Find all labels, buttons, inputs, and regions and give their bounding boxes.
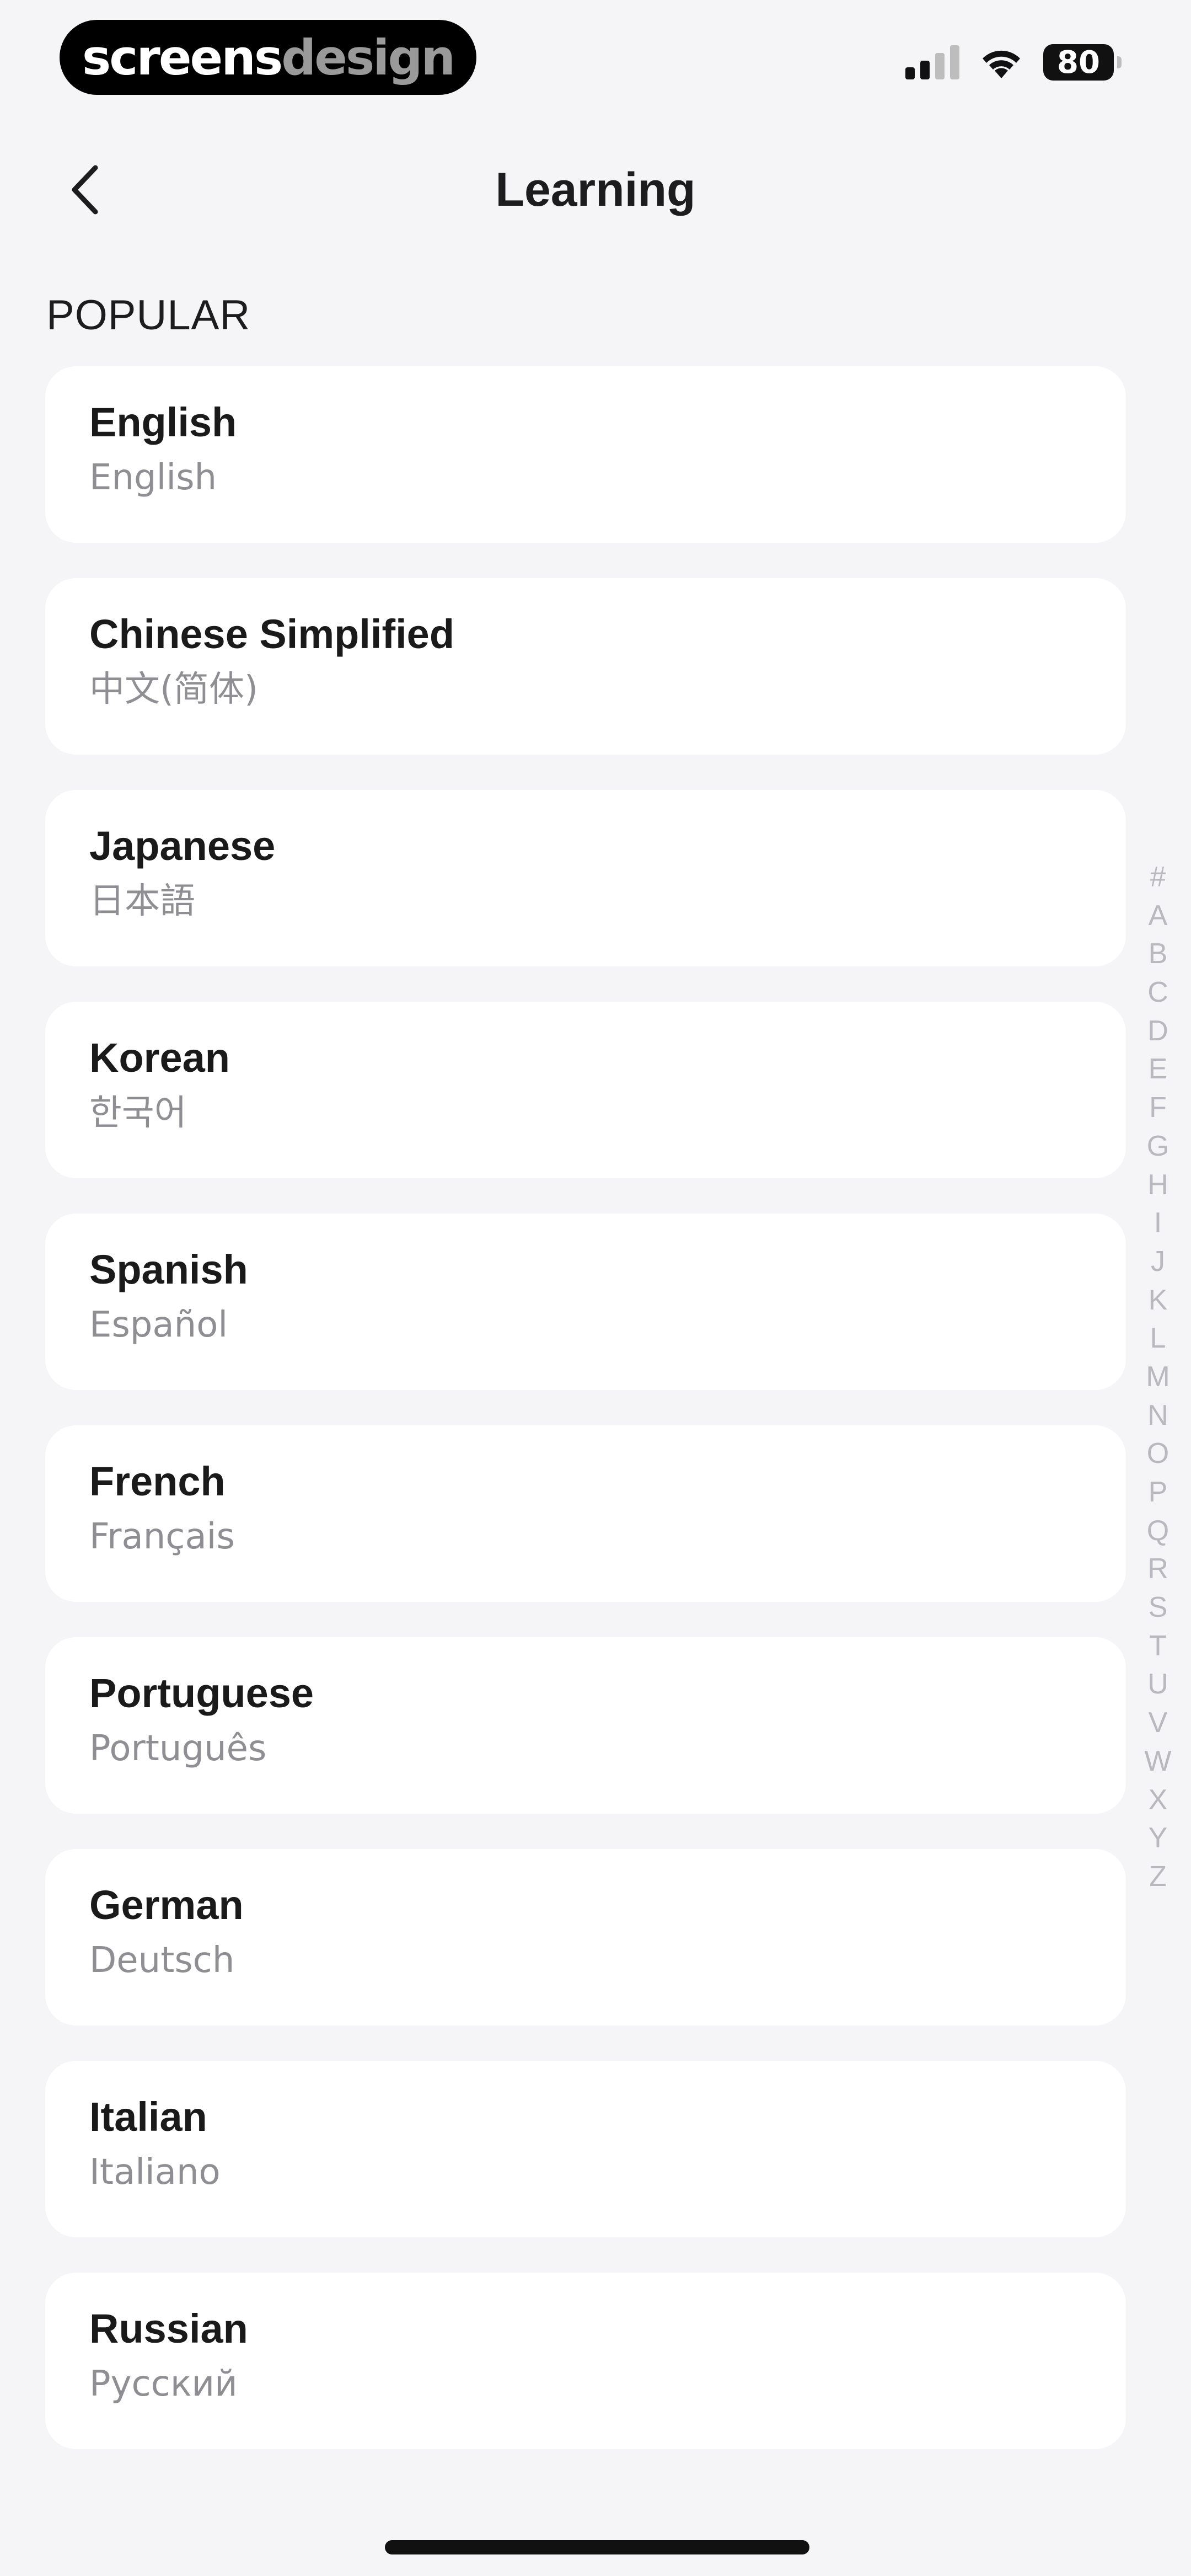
section-label-popular: POPULAR bbox=[46, 292, 251, 339]
language-name: Japanese bbox=[89, 823, 276, 869]
alpha-index-hash[interactable]: # bbox=[1150, 858, 1166, 897]
brand-logo-part2: design bbox=[281, 29, 455, 86]
alpha-index-c[interactable]: C bbox=[1147, 974, 1168, 1012]
language-native-name: Português bbox=[89, 1728, 267, 1769]
language-native-name: 日本語 bbox=[89, 881, 195, 922]
language-item-chinese-simplified[interactable]: Chinese Simplified 中文(简体) bbox=[45, 578, 1126, 755]
alpha-index-b[interactable]: B bbox=[1149, 935, 1168, 974]
language-name: Chinese Simplified bbox=[89, 611, 455, 657]
alpha-index-h[interactable]: H bbox=[1147, 1166, 1168, 1205]
brand-logo: screens design bbox=[60, 20, 476, 95]
language-name: English bbox=[89, 399, 237, 445]
home-indicator[interactable] bbox=[385, 2540, 809, 2554]
language-native-name: 한국어 bbox=[89, 1093, 187, 1134]
battery-level: 80 bbox=[1057, 44, 1100, 81]
alpha-index-p[interactable]: P bbox=[1149, 1473, 1168, 1512]
alpha-index-s[interactable]: S bbox=[1149, 1589, 1168, 1627]
status-icons: 80 bbox=[905, 44, 1122, 81]
brand-logo-part1: screens bbox=[82, 29, 283, 86]
alpha-index-z[interactable]: Z bbox=[1149, 1858, 1167, 1896]
language-native-name: Deutsch bbox=[89, 1940, 235, 1981]
battery-icon: 80 bbox=[1043, 44, 1122, 81]
language-native-name: Italiano bbox=[89, 2152, 221, 2193]
alpha-index-f[interactable]: F bbox=[1149, 1089, 1167, 1127]
language-name: German bbox=[89, 1882, 244, 1928]
status-bar: screens design 80 bbox=[0, 0, 1191, 116]
language-list: English English Chinese Simplified 中文(简体… bbox=[45, 366, 1126, 2484]
alpha-index-i[interactable]: I bbox=[1154, 1204, 1162, 1243]
alpha-index-o[interactable]: O bbox=[1147, 1435, 1169, 1473]
alpha-index-x[interactable]: X bbox=[1149, 1781, 1168, 1820]
language-native-name: Español bbox=[89, 1305, 228, 1345]
alpha-index-j[interactable]: J bbox=[1151, 1243, 1165, 1281]
language-item-portuguese[interactable]: Portuguese Português bbox=[45, 1637, 1126, 1814]
alpha-index-u[interactable]: U bbox=[1147, 1665, 1168, 1704]
language-native-name: Русский bbox=[89, 2364, 238, 2404]
alpha-index-w[interactable]: W bbox=[1144, 1743, 1171, 1781]
language-item-korean[interactable]: Korean 한국어 bbox=[45, 1002, 1126, 1178]
language-native-name: English bbox=[89, 457, 217, 498]
page-title: Learning bbox=[495, 163, 696, 216]
language-item-japanese[interactable]: Japanese 日本語 bbox=[45, 790, 1126, 966]
language-name: Portuguese bbox=[89, 1670, 314, 1716]
language-name: Russian bbox=[89, 2306, 248, 2351]
language-item-italian[interactable]: Italian Italiano bbox=[45, 2061, 1126, 2237]
alpha-index-d[interactable]: D bbox=[1147, 1012, 1168, 1051]
language-item-spanish[interactable]: Spanish Español bbox=[45, 1214, 1126, 1390]
language-item-english[interactable]: English English bbox=[45, 366, 1126, 543]
alpha-index-t[interactable]: T bbox=[1149, 1627, 1167, 1666]
language-item-german[interactable]: German Deutsch bbox=[45, 1849, 1126, 2025]
alpha-index-n[interactable]: N bbox=[1147, 1397, 1168, 1435]
language-name: Italian bbox=[89, 2094, 207, 2140]
alpha-index-l[interactable]: L bbox=[1150, 1319, 1166, 1358]
language-item-french[interactable]: French Français bbox=[45, 1425, 1126, 1602]
alpha-index-v[interactable]: V bbox=[1149, 1704, 1168, 1743]
alpha-index-e[interactable]: E bbox=[1149, 1050, 1168, 1089]
alphabet-index[interactable]: # A B C D E F G H I J K L M N O P Q R S … bbox=[1141, 858, 1174, 1896]
alpha-index-q[interactable]: Q bbox=[1147, 1512, 1169, 1551]
alpha-index-g[interactable]: G bbox=[1147, 1127, 1169, 1166]
language-native-name: 中文(简体) bbox=[89, 669, 258, 710]
cellular-signal-icon bbox=[905, 45, 959, 79]
alpha-index-a[interactable]: A bbox=[1149, 897, 1168, 936]
language-name: French bbox=[89, 1458, 226, 1504]
language-name: Spanish bbox=[89, 1247, 248, 1292]
alpha-index-k[interactable]: K bbox=[1149, 1281, 1168, 1320]
nav-header: Learning bbox=[0, 143, 1191, 243]
alpha-index-y[interactable]: Y bbox=[1149, 1819, 1168, 1858]
alpha-index-m[interactable]: M bbox=[1146, 1358, 1169, 1397]
language-name: Korean bbox=[89, 1035, 230, 1081]
language-item-russian[interactable]: Russian Русский bbox=[45, 2273, 1126, 2449]
wifi-icon bbox=[983, 50, 1020, 78]
language-native-name: Français bbox=[89, 1516, 235, 1557]
alpha-index-r[interactable]: R bbox=[1147, 1550, 1168, 1589]
